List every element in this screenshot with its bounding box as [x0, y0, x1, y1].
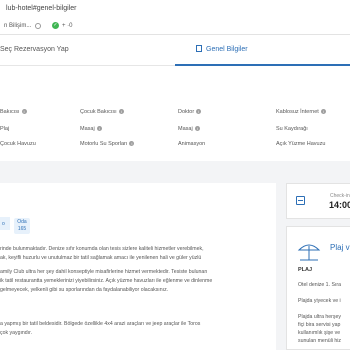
bookmark-item[interactable]: n Bilişim...	[4, 17, 31, 35]
amenity-item: Doktor i	[178, 109, 202, 115]
description-line: çok yaygındır.	[0, 330, 33, 336]
document-icon	[196, 45, 202, 52]
info-icon[interactable]: i	[194, 126, 200, 132]
beach-umbrella-icon	[297, 244, 321, 261]
info-icon[interactable]: i	[21, 109, 27, 115]
checkin-time: 14:00	[329, 200, 350, 210]
bookmark-dot-icon	[35, 23, 41, 29]
beach-title: Plaj v	[330, 243, 350, 252]
amenity-item: Açık Yüzme Havuzu	[276, 141, 326, 147]
amenity-item: Çocuk Bakıcısı i	[80, 109, 124, 115]
beach-line: fiçi bira servisi yap	[298, 322, 341, 328]
bookmark-item-2[interactable]: + ·0	[62, 17, 73, 35]
checkin-icon	[296, 196, 305, 205]
amenity-item: Animasyon	[178, 141, 206, 147]
badge-label: o	[2, 221, 5, 227]
info-icon[interactable]: i	[196, 109, 202, 115]
beach-line: Otel denize 1. Sıra	[298, 282, 341, 288]
amenity-item: Su Kaydırağı	[276, 126, 308, 132]
amenity-item: Masaj i	[80, 126, 102, 132]
description-line: a yapmış bir tatil beldesidir. Bölgede ö…	[0, 321, 201, 327]
description-line: ik tatil restaurantta yemeklerinizi yiye…	[0, 278, 213, 284]
tab-bar: Seç Rezervasyon Yap Genel Bilgiler	[0, 35, 350, 66]
beach-line: kullanımlık şişe ve	[298, 330, 341, 336]
amenity-item: Kablosuz İnternet i	[276, 109, 326, 115]
beach-line: Plajda ultra herşey	[298, 314, 341, 320]
room-count-badge: Oda 165	[14, 218, 30, 234]
address-url[interactable]: lub-hotel#genel-bilgiler	[6, 5, 76, 12]
beach-line: sunulan menüli hiz	[298, 338, 341, 344]
checkin-label: Check-in	[330, 193, 350, 199]
description-line: amily Club ultra her şey dahil konseptiy…	[0, 269, 208, 275]
check-icon: ✓	[52, 22, 59, 29]
amenity-item: Çocuk Havuzu	[0, 141, 36, 147]
amenity-item: Motorlu Su Sporları i	[80, 141, 135, 147]
amenity-item: Plaj	[0, 126, 10, 132]
info-icon[interactable]: i	[96, 126, 102, 132]
info-icon[interactable]: i	[118, 109, 124, 115]
description-line: ak, keyifli huzurlu ve unutulmaz bir tat…	[0, 255, 202, 261]
amenity-item: Bakıcısı i	[0, 109, 27, 115]
bookmark-bar: n Bilişim... ✓ + ·0	[0, 17, 350, 35]
info-icon[interactable]: i	[129, 141, 135, 147]
info-icon[interactable]: i	[320, 109, 326, 115]
address-bar[interactable]: lub-hotel#genel-bilgiler	[0, 0, 350, 17]
beach-heading: PLAJ	[298, 267, 313, 273]
description-line: gelmeyecek, yelkenli gibi su sporlarında…	[0, 287, 169, 293]
tab-reservation[interactable]: Seç Rezervasyon Yap	[0, 35, 69, 65]
description-line: rinde bulunmaktadır. Denize sıfır konumd…	[0, 246, 204, 252]
beach-line: Plajda yiyecek ve i	[298, 298, 341, 304]
amenity-item: Masaj i	[178, 126, 200, 132]
tab-general-info[interactable]: Genel Bilgiler	[196, 35, 248, 65]
